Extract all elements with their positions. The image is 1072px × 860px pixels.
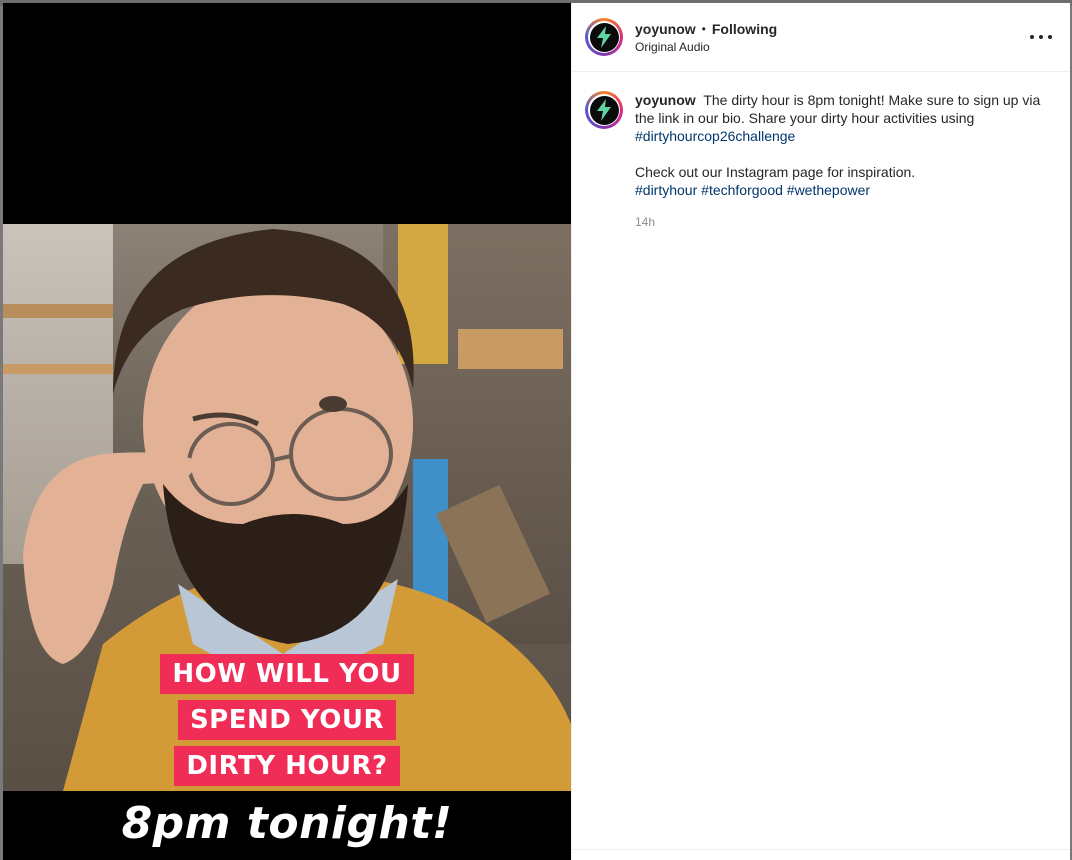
video-tagline: 8pm tonight! — [121, 798, 453, 849]
post-side-panel: yoyunow • Following Original Audio yoyun… — [571, 3, 1070, 860]
hashtag-link[interactable]: #dirtyhourcop26challenge — [635, 128, 795, 144]
caption-text-2: Check out our Instagram page for inspira… — [635, 164, 916, 180]
overlay-line: SPEND YOUR — [177, 700, 397, 740]
hashtag-link[interactable]: #techforgood — [701, 182, 783, 198]
post-caption: yoyunow The dirty hour is 8pm tonight! M… — [572, 72, 1070, 231]
post-timestamp[interactable]: 14h — [635, 213, 1055, 231]
video-caption-overlay: HOW WILL YOU SPEND YOUR DIRTY HOUR? — [3, 654, 571, 786]
following-button[interactable]: Following — [712, 21, 777, 37]
caption-avatar[interactable] — [585, 91, 623, 129]
lightning-bolt-icon — [597, 99, 611, 121]
header-username[interactable]: yoyunow — [635, 21, 696, 37]
caption-body: yoyunow The dirty hour is 8pm tonight! M… — [635, 91, 1055, 231]
panel-footer — [572, 849, 1070, 860]
original-audio-link[interactable]: Original Audio — [635, 40, 777, 54]
overlay-line: DIRTY HOUR? — [174, 746, 400, 786]
separator-dot: • — [701, 21, 706, 36]
avatar[interactable] — [585, 18, 623, 56]
hashtag-link[interactable]: #dirtyhour — [635, 182, 697, 198]
overlay-line: HOW WILL YOU — [160, 654, 414, 694]
post-header: yoyunow • Following Original Audio — [572, 3, 1070, 72]
caption-username[interactable]: yoyunow — [635, 92, 696, 108]
lightning-bolt-icon — [597, 26, 611, 48]
more-options-icon[interactable] — [1030, 27, 1052, 47]
hashtag-list: #dirtyhour #techforgood #wethepower — [635, 181, 1055, 199]
post-modal: HOW WILL YOU SPEND YOUR DIRTY HOUR? 8pm … — [3, 3, 1070, 860]
hashtag-link[interactable]: #wethepower — [787, 182, 870, 198]
video-player[interactable]: HOW WILL YOU SPEND YOUR DIRTY HOUR? 8pm … — [3, 3, 571, 860]
video-frame: HOW WILL YOU SPEND YOUR DIRTY HOUR? — [3, 224, 571, 791]
